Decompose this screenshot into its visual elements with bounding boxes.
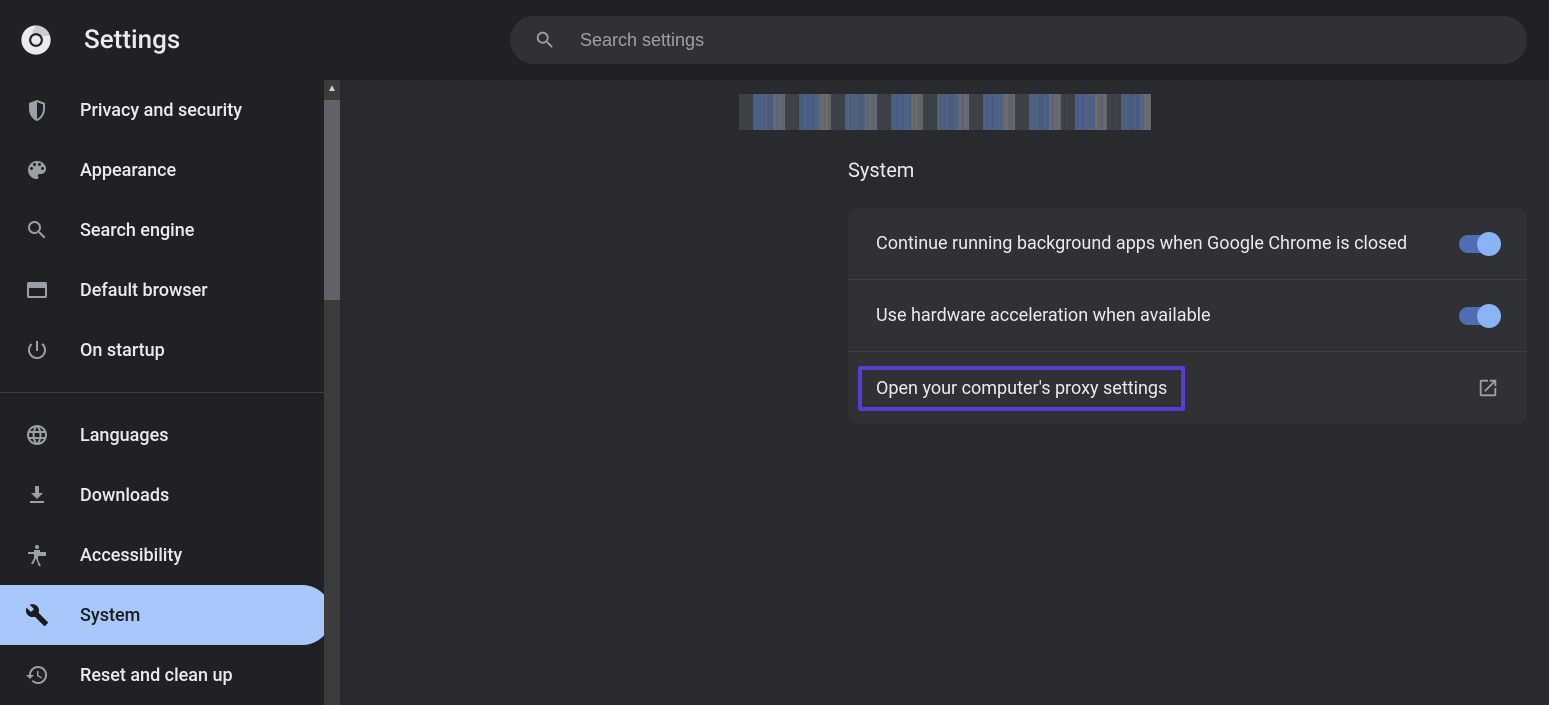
sidebar-item-label: Languages xyxy=(80,425,168,446)
page-title: Settings xyxy=(84,25,180,55)
sidebar-scrollbar-thumb[interactable] xyxy=(324,100,340,300)
external-link-icon xyxy=(1477,377,1499,399)
globe-icon xyxy=(24,422,50,448)
main-content: System Continue running background apps … xyxy=(340,80,1549,705)
sidebar-item-on-startup[interactable]: On startup xyxy=(0,320,332,380)
search-settings-bar[interactable] xyxy=(510,16,1527,64)
sidebar-item-default-browser[interactable]: Default browser xyxy=(0,260,332,320)
search-icon xyxy=(534,29,556,51)
sidebar-item-label: Accessibility xyxy=(80,545,182,566)
sidebar-item-system[interactable]: System xyxy=(0,585,332,645)
sidebar-item-label: Appearance xyxy=(80,160,176,181)
redacted-region xyxy=(739,94,1151,130)
browser-icon xyxy=(24,277,50,303)
accessibility-icon xyxy=(24,542,50,568)
sidebar-item-label: On startup xyxy=(80,340,165,361)
wrench-icon xyxy=(24,602,50,628)
toggle-background-apps[interactable] xyxy=(1459,235,1499,253)
scroll-up-arrow-icon[interactable]: ▲ xyxy=(324,80,340,96)
row-proxy-settings[interactable]: Open your computer's proxy settings xyxy=(848,352,1527,424)
sidebar-item-privacy[interactable]: Privacy and security xyxy=(0,80,332,140)
row-background-apps[interactable]: Continue running background apps when Go… xyxy=(848,208,1527,280)
toggle-hardware-accel[interactable] xyxy=(1459,307,1499,325)
row-label: Open your computer's proxy settings xyxy=(876,378,1167,399)
shield-icon xyxy=(24,97,50,123)
sidebar-item-label: Reset and clean up xyxy=(80,665,233,686)
sidebar-divider xyxy=(0,392,332,393)
sidebar-item-label: Downloads xyxy=(80,485,169,506)
power-icon xyxy=(24,337,50,363)
sidebar-item-reset[interactable]: Reset and clean up xyxy=(0,645,332,705)
sidebar-item-label: Search engine xyxy=(80,220,194,241)
section-title: System xyxy=(848,158,914,182)
sidebar-item-label: Privacy and security xyxy=(80,100,242,121)
search-input[interactable] xyxy=(580,30,1503,51)
sidebar-item-label: System xyxy=(80,605,140,626)
sidebar-item-accessibility[interactable]: Accessibility xyxy=(0,525,332,585)
highlight-box: Open your computer's proxy settings xyxy=(858,366,1185,411)
sidebar: Privacy and security Appearance Search e… xyxy=(0,80,340,705)
row-hardware-accel[interactable]: Use hardware acceleration when available xyxy=(848,280,1527,352)
search-icon xyxy=(24,217,50,243)
row-label: Use hardware acceleration when available xyxy=(876,305,1459,326)
restore-icon xyxy=(24,662,50,688)
system-settings-card: Continue running background apps when Go… xyxy=(848,208,1527,424)
download-icon xyxy=(24,482,50,508)
palette-icon xyxy=(24,157,50,183)
sidebar-item-appearance[interactable]: Appearance xyxy=(0,140,332,200)
sidebar-item-label: Default browser xyxy=(80,280,208,301)
chrome-logo-icon xyxy=(20,24,52,56)
sidebar-item-languages[interactable]: Languages xyxy=(0,405,332,465)
header: Settings xyxy=(0,0,1549,80)
sidebar-item-downloads[interactable]: Downloads xyxy=(0,465,332,525)
row-label: Continue running background apps when Go… xyxy=(876,233,1459,254)
sidebar-item-search-engine[interactable]: Search engine xyxy=(0,200,332,260)
